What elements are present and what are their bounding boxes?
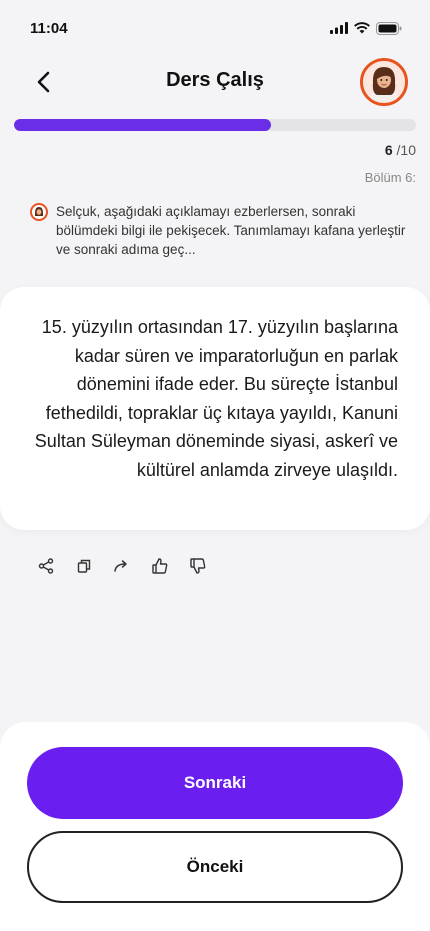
status-time: 11:04 [30, 19, 68, 37]
battery-icon [376, 21, 402, 35]
copy-icon[interactable] [74, 556, 94, 576]
next-button[interactable]: Sonraki [27, 747, 403, 819]
progress-total: /10 [396, 142, 416, 158]
wifi-icon [354, 22, 370, 34]
definition-text: 15. yüzyılın ortasından 17. yüzyılın baş… [34, 317, 398, 480]
back-button[interactable] [28, 66, 60, 98]
definition-card: 15. yüzyılın ortasından 17. yüzyılın baş… [0, 287, 430, 530]
avatar[interactable] [360, 58, 408, 106]
progress-fill [14, 119, 272, 131]
forward-icon[interactable] [112, 556, 132, 576]
page-title: Ders Çalış [166, 68, 264, 91]
progress-current: 6 [384, 142, 393, 158]
progress-counter: 6 /10 [385, 142, 416, 158]
previous-button[interactable]: Önceki [27, 831, 403, 903]
status-bar: 11:04 [0, 0, 430, 56]
instruction-text: Selçuk, aşağıdaki açıklamayı ezberlersen… [56, 204, 406, 257]
progress-bar [14, 119, 416, 131]
header: Ders Çalış [0, 56, 430, 106]
status-icons [330, 21, 402, 35]
chevron-left-icon [37, 71, 50, 93]
signal-icon [330, 22, 348, 34]
section-label: Bölüm 6: [364, 170, 416, 185]
share-icon[interactable] [36, 556, 56, 576]
avatar-illustration-icon [363, 61, 405, 103]
thumbs-up-icon[interactable] [150, 556, 170, 576]
assistant-avatar-icon [30, 203, 48, 221]
instruction-message: Selçuk, aşağıdaki açıklamayı ezberlersen… [30, 202, 410, 259]
thumbs-down-icon[interactable] [188, 556, 208, 576]
action-bar [36, 556, 208, 576]
